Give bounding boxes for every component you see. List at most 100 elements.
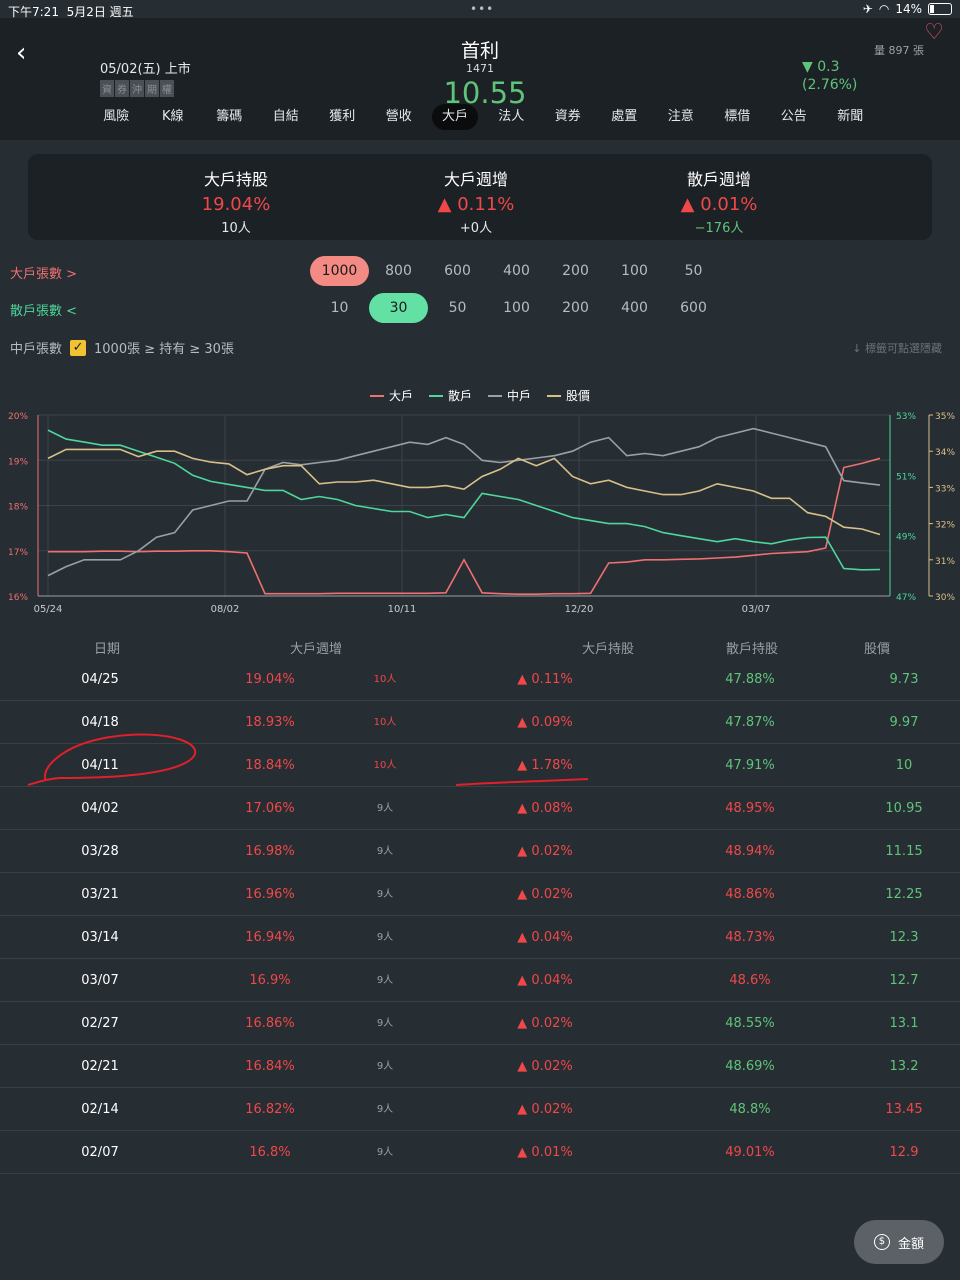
- summary-sub: −176人: [694, 221, 744, 236]
- summary-retail-weekly: 散戶週增 ▲ 0.01% −176人: [619, 166, 819, 236]
- retail-threshold-option[interactable]: 50: [428, 293, 487, 323]
- row-big-holding: 16.82%: [245, 1102, 295, 1117]
- row-big-holding: 16.86%: [245, 1016, 295, 1031]
- row-big-count: 10人: [373, 674, 397, 685]
- retail-threshold-option[interactable]: 400: [605, 293, 664, 323]
- y-left-tick-label: 19%: [8, 457, 28, 467]
- table-row[interactable]: 02/14 16.82% 9人 ▲ 0.02% 48.8% 13.45: [0, 1088, 960, 1131]
- big-threshold-option[interactable]: 400: [487, 256, 546, 286]
- big-threshold-option[interactable]: 100: [605, 256, 664, 286]
- big-threshold-option[interactable]: 50: [664, 256, 723, 286]
- summary-sub: 10人: [221, 221, 251, 236]
- listing-date: 05/02(五) 上市: [100, 62, 191, 77]
- retail-threshold-option[interactable]: 30: [369, 293, 428, 323]
- table-row[interactable]: 04/02 17.06% 9人 ▲ 0.08% 48.95% 10.95: [0, 787, 960, 830]
- tag-margin: 資: [100, 80, 114, 97]
- legend-swatch: [488, 394, 502, 397]
- row-date: 03/28: [81, 844, 119, 859]
- row-date: 04/11: [81, 758, 119, 773]
- table-row[interactable]: 03/07 16.9% 9人 ▲ 0.04% 48.6% 12.7: [0, 959, 960, 1002]
- row-date: 03/21: [81, 887, 119, 902]
- row-price: 12.9: [889, 1145, 919, 1160]
- retail-threshold-option[interactable]: 100: [487, 293, 546, 323]
- tab-3[interactable]: 自結: [258, 104, 315, 130]
- row-price: 13.1: [889, 1016, 919, 1031]
- table-row[interactable]: 03/14 16.94% 9人 ▲ 0.04% 48.73% 12.3: [0, 916, 960, 959]
- row-big-count: 9人: [376, 803, 394, 814]
- tab-9[interactable]: 處置: [596, 104, 653, 130]
- multitask-dots-icon[interactable]: •••: [470, 2, 494, 16]
- tab-2[interactable]: 籌碼: [201, 104, 258, 130]
- legend-swatch: [369, 394, 384, 397]
- row-big-holding: 19.04%: [245, 672, 295, 687]
- tab-nav: 風險 K線 籌碼 自結 獲利 營收 大戶 法人 資券 處置 注意 標借 公告 新聞: [88, 104, 879, 130]
- tag-options: 權: [160, 80, 174, 97]
- tab-6[interactable]: 大戶: [432, 104, 478, 130]
- amount-button[interactable]: $ 金額: [854, 1220, 944, 1264]
- retail-threshold-option[interactable]: 200: [546, 293, 605, 323]
- y-right1-tick-label: 49%: [896, 533, 916, 543]
- row-big-holding: 16.8%: [249, 1145, 291, 1160]
- legend-hint: ↓ 標籤可點選隱藏: [852, 342, 942, 355]
- row-weekly-change: ▲ 0.02%: [517, 1102, 573, 1117]
- y-left-tick-label: 17%: [8, 548, 28, 558]
- big-threshold-option[interactable]: 1000: [310, 256, 369, 286]
- big-holder-threshold-label: 大戶張數 >: [10, 267, 78, 282]
- row-date: 04/18: [81, 715, 119, 730]
- summary-value: 19.04%: [201, 194, 271, 215]
- row-weekly-change: ▲ 0.02%: [517, 887, 573, 902]
- holding-table: 04/25 19.04% 10人 ▲ 0.11% 47.88% 9.73 04/18 18.9…: [0, 658, 960, 1174]
- big-threshold-option[interactable]: 200: [546, 256, 605, 286]
- x-tick-label: 12/20: [565, 604, 594, 615]
- row-price: 12.25: [885, 887, 923, 902]
- tab-1[interactable]: K線: [145, 104, 202, 130]
- tab-4[interactable]: 獲利: [314, 104, 371, 130]
- retail-threshold-option[interactable]: 600: [664, 293, 723, 323]
- table-row[interactable]: 02/07 16.8% 9人 ▲ 0.01% 49.01% 12.9: [0, 1131, 960, 1174]
- table-row[interactable]: 03/21 16.96% 9人 ▲ 0.02% 48.86% 12.25: [0, 873, 960, 916]
- row-retail-holding: 48.95%: [725, 801, 775, 816]
- tab-8[interactable]: 資券: [540, 104, 597, 130]
- stock-header: ‹ 首利 1471 10.55 05/02(五) 上市 資 券 沖 期 權 ♡ …: [0, 18, 960, 140]
- legend-swatch: [428, 394, 443, 397]
- table-row[interactable]: 04/18 18.93% 10人 ▲ 0.09% 47.87% 9.97: [0, 701, 960, 744]
- row-big-count: 9人: [376, 889, 394, 900]
- summary-label: 散戶週增: [686, 170, 751, 189]
- retail-threshold-option[interactable]: 10: [310, 293, 369, 323]
- table-row[interactable]: 02/27 16.86% 9人 ▲ 0.02% 48.55% 13.1: [0, 1002, 960, 1045]
- y-right2-tick-label: 35%: [935, 412, 955, 422]
- tab-5[interactable]: 營收: [371, 104, 428, 130]
- series-line: [48, 457, 881, 595]
- tab-0[interactable]: 風險: [88, 104, 145, 130]
- table-row[interactable]: 03/28 16.98% 9人 ▲ 0.02% 48.94% 11.15: [0, 830, 960, 873]
- change-value: ▼ 0.3: [802, 59, 840, 75]
- row-date: 02/07: [81, 1145, 119, 1160]
- tab-12[interactable]: 公告: [766, 104, 823, 130]
- row-date: 03/07: [81, 973, 119, 988]
- tab-10[interactable]: 注意: [653, 104, 710, 130]
- row-weekly-change: ▲ 0.04%: [517, 973, 573, 988]
- table-row[interactable]: 04/25 19.04% 10人 ▲ 0.11% 47.88% 9.73: [0, 658, 960, 701]
- header-date: 日期: [94, 642, 121, 657]
- y-right2-tick-label: 30%: [935, 593, 955, 603]
- big-threshold-option[interactable]: 600: [428, 256, 487, 286]
- table-row[interactable]: 04/11 18.84% 10人 ▲ 1.78% 47.91% 10: [0, 744, 960, 787]
- favorite-heart-icon[interactable]: ♡: [924, 20, 944, 45]
- mid-holder-checkbox[interactable]: ✓: [70, 339, 87, 356]
- tab-13[interactable]: 新聞: [822, 104, 879, 130]
- row-retail-holding: 47.87%: [725, 715, 775, 730]
- row-date: 02/21: [81, 1059, 119, 1074]
- table-row[interactable]: 02/21 16.84% 9人 ▲ 0.02% 48.69% 13.2: [0, 1045, 960, 1088]
- wifi-icon: ◠: [878, 2, 890, 16]
- row-big-holding: 17.06%: [245, 801, 295, 816]
- tab-11[interactable]: 標借: [709, 104, 766, 130]
- row-big-holding: 16.9%: [249, 973, 291, 988]
- mid-holder-label: 中戶張數: [10, 342, 63, 357]
- tag-futures: 期: [145, 80, 159, 97]
- change-percent: (2.76%): [802, 77, 858, 93]
- row-big-count: 10人: [373, 760, 397, 771]
- row-big-count: 9人: [376, 1061, 394, 1072]
- y-right1-tick-label: 53%: [896, 412, 916, 422]
- tab-7[interactable]: 法人: [483, 104, 540, 130]
- big-threshold-option[interactable]: 800: [369, 256, 428, 286]
